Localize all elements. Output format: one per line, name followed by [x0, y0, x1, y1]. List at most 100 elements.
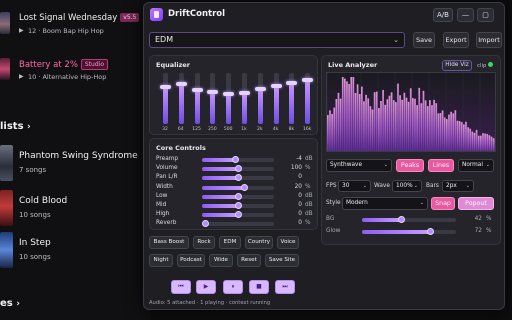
quick-preset-button[interactable]: Save Site: [265, 254, 299, 267]
control-slider[interactable]: [202, 220, 274, 228]
control-slider[interactable]: [202, 165, 274, 173]
eq-fill: [305, 80, 311, 124]
control-slider-thumb[interactable]: [241, 183, 248, 191]
bottom-section-header[interactable]: es ›: [0, 298, 20, 309]
export-button[interactable]: Export: [443, 32, 469, 48]
control-slider[interactable]: [202, 183, 274, 191]
quick-preset-button[interactable]: Voice: [277, 236, 299, 249]
playlist-item[interactable]: Phantom Swing Syndrome 7 songs: [0, 145, 150, 185]
playlist-item[interactable]: Cold Blood 10 songs: [0, 190, 150, 230]
quick-preset-button[interactable]: Night: [149, 254, 173, 267]
wave-select[interactable]: 100% ⌄: [392, 180, 422, 192]
control-slider-thumb[interactable]: [235, 192, 242, 200]
hide-viz-button[interactable]: Hide Viz: [442, 60, 472, 71]
bars-select[interactable]: 2px ⌄: [442, 180, 474, 192]
eq-band-slider[interactable]: 125: [190, 73, 204, 135]
control-slider-thumb[interactable]: [202, 220, 209, 228]
previous-button[interactable]: ⏮: [171, 280, 191, 294]
eq-thumb[interactable]: [270, 84, 282, 88]
maximize-button[interactable]: ▢: [477, 8, 494, 22]
chevron-down-icon: ⌄: [419, 200, 424, 206]
preset-select[interactable]: EDM ⌄: [149, 32, 405, 48]
glow-slider[interactable]: [362, 228, 456, 235]
eq-band-slider[interactable]: 2k: [253, 73, 267, 135]
spectrum-bar: [414, 98, 416, 151]
eq-fill: [210, 92, 216, 124]
control-slider-thumb[interactable]: [235, 174, 242, 182]
song-row[interactable]: Lost Signal Wednesday v5.5 ▶ 12 · Boom Ba…: [0, 8, 150, 44]
style-select[interactable]: Modern ⌄: [342, 197, 428, 210]
quick-preset-button[interactable]: Reset: [237, 254, 261, 267]
next-button[interactable]: ⏭: [275, 280, 295, 294]
minimize-button[interactable]: —: [457, 8, 474, 22]
quick-preset-button[interactable]: Bass Boost: [149, 236, 189, 249]
playlist-cover: [0, 145, 13, 181]
quick-preset-button[interactable]: Country: [245, 236, 273, 249]
speed-select[interactable]: Normal ⌄: [458, 159, 494, 172]
eq-thumb[interactable]: [223, 92, 235, 96]
control-slider[interactable]: [202, 156, 274, 163]
eq-band-slider[interactable]: 250: [205, 73, 219, 135]
eq-thumb[interactable]: [175, 82, 187, 86]
eq-band-slider[interactable]: 16k: [300, 73, 314, 135]
playlists-header[interactable]: lists ›: [0, 121, 31, 132]
control-slider-thumb[interactable]: [235, 165, 242, 173]
bars-label: Bars: [426, 183, 439, 189]
glow-slider-thumb[interactable]: [427, 228, 434, 235]
fps-select[interactable]: 30 ⌄: [338, 180, 371, 192]
control-slider[interactable]: [202, 192, 274, 200]
spectrum-bar: [331, 113, 333, 151]
quick-preset-button[interactable]: Rock: [193, 236, 215, 249]
control-slider-thumb[interactable]: [235, 202, 242, 209]
quick-preset-button[interactable]: EDM: [219, 236, 241, 249]
eq-band-label: 16k: [303, 127, 312, 132]
control-label: Low: [156, 192, 168, 199]
pause-button[interactable]: ⏸: [223, 280, 243, 294]
playlist-item[interactable]: In Step 10 songs: [0, 232, 150, 272]
peaks-toggle[interactable]: Peaks: [396, 159, 424, 172]
core-controls-panel: Core Controls Preamp -4 dB Volume 100% Pan L/…: [149, 138, 318, 230]
control-slider[interactable]: [202, 202, 274, 209]
eq-thumb[interactable]: [160, 85, 171, 89]
popout-button[interactable]: Popout: [458, 197, 494, 210]
theme-select[interactable]: Synthwave ⌄: [326, 159, 392, 172]
control-slider[interactable]: [202, 211, 274, 219]
eq-band-slider[interactable]: 32: [158, 73, 172, 135]
control-slider[interactable]: [202, 174, 274, 182]
eq-thumb[interactable]: [254, 87, 266, 91]
play-button[interactable]: ▶: [196, 280, 216, 294]
glow-slider-fill: [362, 230, 430, 234]
eq-band-slider[interactable]: 500: [221, 73, 235, 135]
eq-thumb[interactable]: [286, 81, 298, 85]
playlist-cover: [0, 190, 13, 226]
spectrum-bar: [352, 77, 355, 151]
eq-thumb[interactable]: [207, 90, 219, 94]
eq-track: [270, 73, 282, 124]
ab-compare-button[interactable]: A/B: [433, 8, 453, 22]
song-row[interactable]: Battery at 2% Studio ▶ 10 · Alternative H…: [0, 54, 150, 90]
bg-slider-thumb[interactable]: [398, 216, 405, 223]
eq-band-slider[interactable]: 8k: [284, 73, 298, 135]
eq-band-slider[interactable]: 4k: [269, 73, 283, 135]
stop-button[interactable]: ■: [249, 280, 269, 294]
spectrum-bar: [424, 100, 427, 151]
save-preset-button[interactable]: Save: [413, 32, 435, 48]
song-title: Lost Signal Wednesday v5.5: [19, 13, 140, 23]
live-analyzer-panel: Live Analyzer Hide Viz clip Synthwave ⌄ P…: [321, 55, 501, 245]
spectrum-bar: [382, 89, 384, 151]
import-button[interactable]: Import: [476, 32, 502, 48]
title-bar[interactable]: DriftControl A/B — ▢ ✕: [144, 3, 504, 27]
eq-band-slider[interactable]: 64: [174, 73, 188, 135]
eq-thumb[interactable]: [191, 88, 203, 92]
control-slider-thumb[interactable]: [235, 211, 242, 219]
control-value: 0: [298, 220, 302, 227]
quick-preset-button[interactable]: Podcast: [177, 254, 205, 267]
control-slider-thumb[interactable]: [232, 156, 239, 163]
bg-slider[interactable]: [362, 216, 456, 223]
eq-thumb[interactable]: [239, 91, 250, 95]
snap-button[interactable]: Snap: [431, 197, 455, 210]
lines-toggle[interactable]: Lines: [428, 159, 454, 172]
eq-thumb[interactable]: [302, 78, 314, 82]
quick-preset-button[interactable]: Wide: [209, 254, 233, 267]
eq-band-slider[interactable]: 1k: [237, 73, 251, 135]
